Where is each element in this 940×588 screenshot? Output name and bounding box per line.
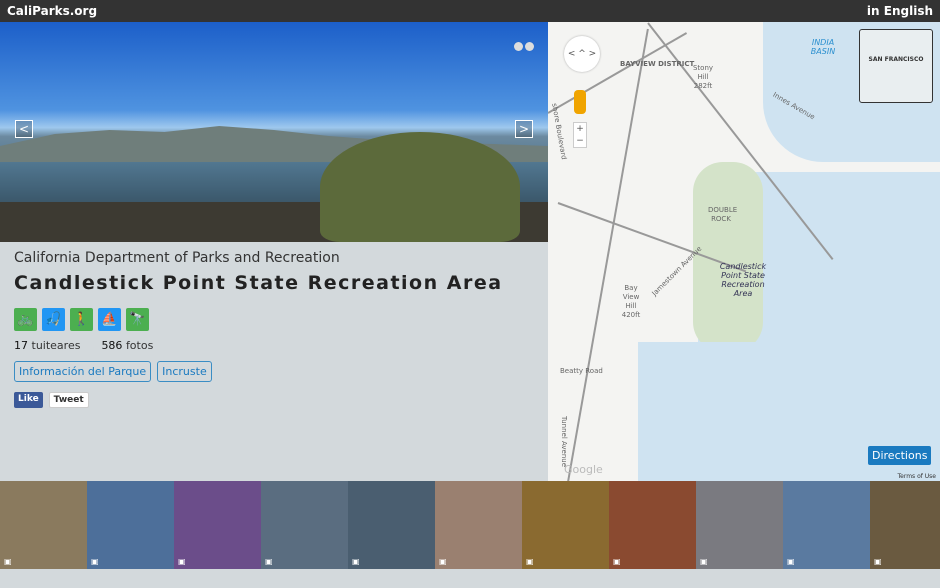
map-label: INDIA BASIN <box>810 38 836 56</box>
zoom-out-button[interactable]: − <box>574 135 586 147</box>
activity-icons: 🚲 🎣 🚶 ⛵ 🔭 <box>14 308 503 331</box>
instagram-icon: ▣ <box>91 557 99 566</box>
map-label: Beatty Road <box>560 367 603 375</box>
embed-button[interactable]: Incruste <box>157 361 212 382</box>
tweet-button[interactable]: Tweet <box>48 392 89 408</box>
instagram-icon: ▣ <box>4 557 12 566</box>
map[interactable]: BAYVIEW DISTRICT Stony Hill 282ft INDIA … <box>548 22 940 481</box>
instagram-icon: ▣ <box>874 557 882 566</box>
wildlife-viewing-icon[interactable]: 🔭 <box>126 308 149 331</box>
map-label: Candlestick Point State Recreation Area <box>719 262 767 298</box>
pan-control[interactable]: < ^ > <box>564 36 600 72</box>
photo-thumbnail[interactable]: ▣ <box>696 481 783 569</box>
photo-thumbnail[interactable]: ▣ <box>783 481 870 569</box>
photo-thumbnail[interactable]: ▣ <box>522 481 609 569</box>
next-arrow-icon[interactable]: > <box>515 120 533 138</box>
carousel-dots[interactable] <box>512 36 534 55</box>
language-link[interactable]: in English <box>867 4 933 18</box>
photo-thumbnail[interactable]: ▣ <box>435 481 522 569</box>
instagram-icon: ▣ <box>526 557 534 566</box>
map-label: shore Boulevard <box>550 102 568 161</box>
street-view-pegman-icon[interactable] <box>574 90 586 114</box>
tweeters-label: tuiteares <box>31 339 81 352</box>
instagram-icon: ▣ <box>700 557 708 566</box>
fishing-icon[interactable]: 🎣 <box>42 308 65 331</box>
park-info: California Department of Parks and Recre… <box>14 250 503 408</box>
photos-count: 586 <box>101 339 123 352</box>
tweeters-count: 17 <box>14 339 28 352</box>
bush <box>320 132 520 242</box>
windsurfing-icon[interactable]: ⛵ <box>98 308 121 331</box>
park-info-button[interactable]: Información del Parque <box>14 361 152 382</box>
agency-name: California Department of Parks and Recre… <box>14 250 340 266</box>
photo-thumbnail[interactable]: ▣ <box>0 481 87 569</box>
site-logo[interactable]: CaliParks.org <box>7 4 97 18</box>
instagram-icon: ▣ <box>787 557 795 566</box>
instagram-icon: ▣ <box>265 557 273 566</box>
facebook-like-button[interactable]: Like <box>14 392 43 408</box>
hiking-icon[interactable]: 🚶 <box>70 308 93 331</box>
instagram-icon: ▣ <box>352 557 360 566</box>
top-bar: CaliParks.org in English <box>0 0 940 22</box>
photo-thumbnail[interactable]: ▣ <box>174 481 261 569</box>
park-title: Candlestick Point State Recreation Area <box>14 272 503 294</box>
zoom-in-button[interactable]: + <box>574 123 586 135</box>
photo-thumbnail[interactable]: ▣ <box>261 481 348 569</box>
map-label: BAYVIEW DISTRICT <box>620 60 695 68</box>
map-label: Bay View Hill 420ft <box>621 284 641 319</box>
photos-label: fotos <box>125 339 154 352</box>
instagram-icon: ▣ <box>178 557 186 566</box>
map-label: DOUBLE ROCK <box>708 206 738 223</box>
photo-thumbnail[interactable]: ▣ <box>609 481 696 569</box>
google-logo: Google <box>564 463 603 476</box>
overview-map[interactable]: SAN FRANCISCO <box>859 29 933 103</box>
photo-thumbnail[interactable]: ▣ <box>348 481 435 569</box>
map-label: Stony Hill 282ft <box>692 64 714 90</box>
photo-thumbnail[interactable]: ▣ <box>870 481 940 569</box>
photo-carousel: < > <box>0 22 548 242</box>
instagram-icon: ▣ <box>613 557 621 566</box>
instagram-icon: ▣ <box>439 557 447 566</box>
zoom-control[interactable]: + − <box>573 122 587 148</box>
photo-strip: ▣ ▣ ▣ ▣ ▣ ▣ ▣ ▣ ▣ ▣ ▣ <box>0 481 940 569</box>
prev-arrow-icon[interactable]: < <box>15 120 33 138</box>
photo-thumbnail[interactable]: ▣ <box>87 481 174 569</box>
counts: 17 tuiteares 586 fotos <box>14 339 503 352</box>
biking-icon[interactable]: 🚲 <box>14 308 37 331</box>
map-label: Tunnel Avenue <box>560 415 569 468</box>
directions-button[interactable]: Directions <box>868 446 932 465</box>
terms-link[interactable]: Terms of Use <box>898 473 936 480</box>
